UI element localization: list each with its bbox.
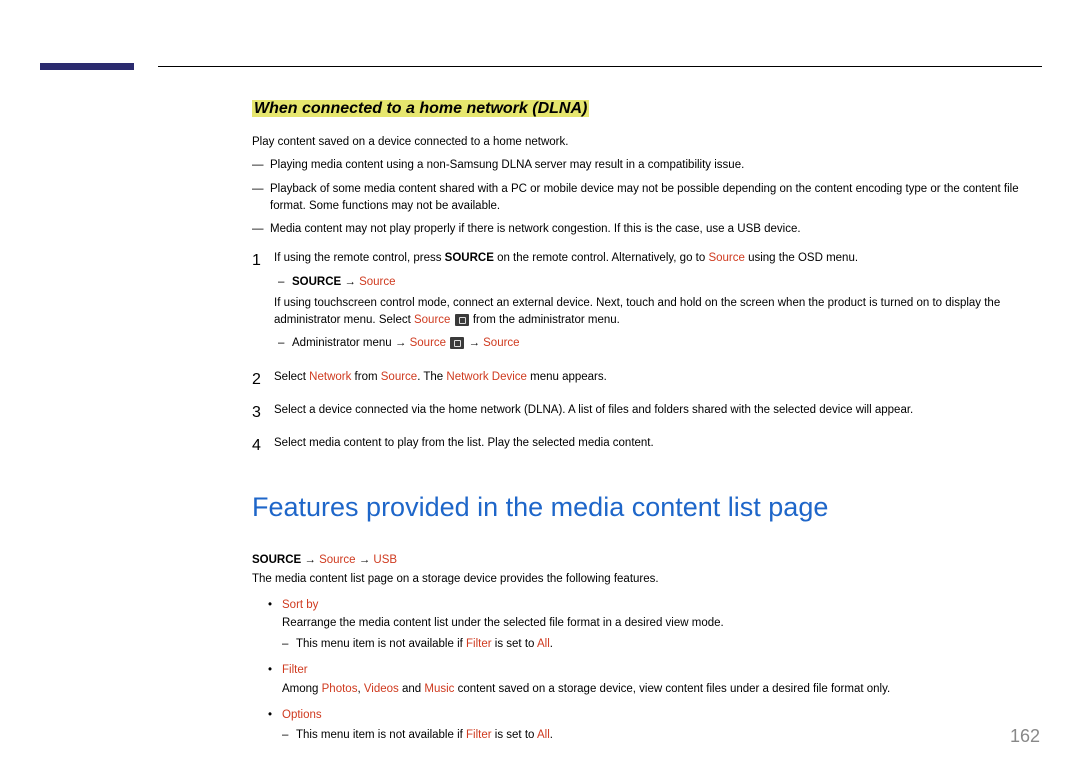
step-4: 4 Select media content to play from the …	[252, 435, 1042, 452]
step-text: If using the remote control, press SOURC…	[274, 252, 858, 264]
nav-path: SOURCE → Source → USB	[252, 551, 1042, 569]
caution-item: Media content may not play properly if t…	[252, 221, 1042, 238]
caution-item: Playback of some media content shared wi…	[252, 181, 1042, 216]
caution-list: Playing media content using a non-Samsun…	[252, 157, 1042, 238]
step-3: 3 Select a device connected via the home…	[252, 402, 1042, 419]
step-number: 2	[252, 368, 261, 392]
header-accent-bar	[40, 63, 134, 70]
step-text: If using touchscreen control mode, conne…	[274, 295, 1042, 330]
step-number: 1	[252, 249, 261, 273]
page-content: When connected to a home network (DLNA) …	[252, 100, 1042, 753]
caution-item: Playing media content using a non-Samsun…	[252, 157, 1042, 174]
step-2: 2 Select Network from Source. The Networ…	[252, 369, 1042, 386]
page-number: 162	[1010, 726, 1040, 747]
step-sublist: Administrator menu → Source → Source	[274, 335, 1042, 352]
feature-title: Sort by	[282, 599, 318, 611]
feature-notes: This menu item is not available if Filte…	[282, 635, 1042, 653]
steps-list: 1 If using the remote control, press SOU…	[252, 250, 1042, 452]
feature-title: Options	[282, 709, 322, 721]
feature-item: Options This menu item is not available …	[252, 706, 1042, 745]
step-subitem: Administrator menu → Source → Source	[274, 335, 1042, 352]
source-icon	[450, 337, 464, 349]
main-heading: Features provided in the media content l…	[252, 492, 1042, 523]
step-subitem: SOURCE → Source	[274, 274, 1042, 291]
step-number: 4	[252, 434, 261, 458]
feature-desc: Rearrange the media content list under t…	[282, 617, 724, 629]
intro-text: Play content saved on a device connected…	[252, 134, 1042, 151]
feature-item: Filter Among Photos, Videos and Music co…	[252, 661, 1042, 698]
source-icon	[455, 314, 469, 326]
section-heading: When connected to a home network (DLNA)	[252, 100, 589, 117]
step-text: Select media content to play from the li…	[274, 437, 654, 449]
features-intro: The media content list page on a storage…	[252, 570, 1042, 588]
step-text: Select Network from Source. The Network …	[274, 371, 607, 383]
header-rule	[158, 66, 1042, 67]
feature-note: This menu item is not available if Filte…	[282, 726, 1042, 744]
feature-item: Sort by Rearrange the media content list…	[252, 596, 1042, 653]
feature-note: This menu item is not available if Filte…	[282, 635, 1042, 653]
feature-title: Filter	[282, 664, 308, 676]
step-sublist: SOURCE → Source	[274, 274, 1042, 291]
features-list: Sort by Rearrange the media content list…	[252, 596, 1042, 745]
feature-notes: This menu item is not available if Filte…	[282, 726, 1042, 744]
step-text: Select a device connected via the home n…	[274, 404, 913, 416]
feature-desc: Among Photos, Videos and Music content s…	[282, 683, 890, 695]
step-number: 3	[252, 401, 261, 425]
step-1: 1 If using the remote control, press SOU…	[252, 250, 1042, 352]
